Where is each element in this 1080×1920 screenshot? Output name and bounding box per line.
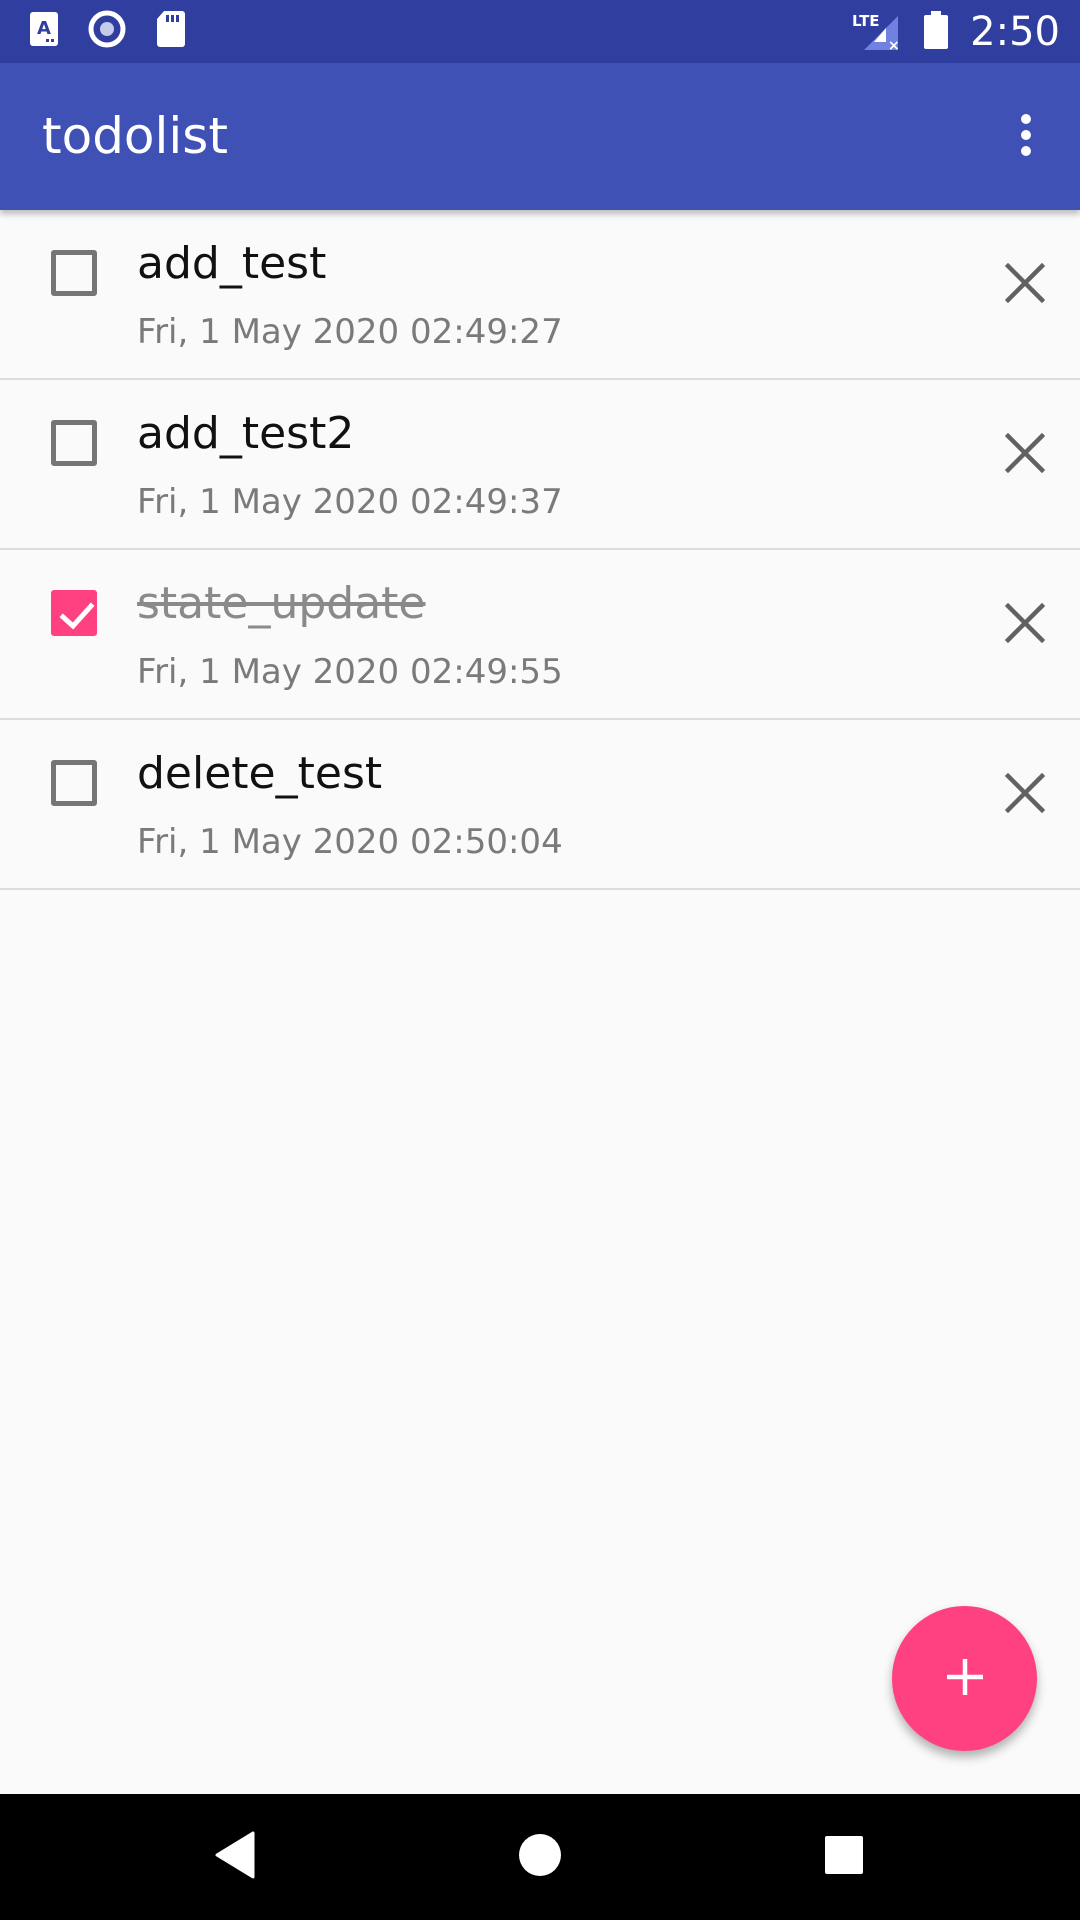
todo-row: state_update Fri, 1 May 2020 02:49:55 <box>0 550 1080 720</box>
close-icon <box>1004 602 1046 647</box>
todo-title: state_update <box>137 578 426 629</box>
todo-checkbox[interactable] <box>51 420 97 466</box>
delete-button[interactable] <box>990 760 1060 830</box>
check-icon <box>59 602 95 630</box>
home-icon <box>518 1833 562 1881</box>
todo-timestamp: Fri, 1 May 2020 02:49:27 <box>137 312 563 352</box>
home-button[interactable] <box>510 1827 570 1887</box>
todo-timestamp: Fri, 1 May 2020 02:50:04 <box>137 822 563 862</box>
todo-title: delete_test <box>137 748 383 799</box>
close-icon <box>1004 262 1046 307</box>
todo-timestamp: Fri, 1 May 2020 02:49:55 <box>137 652 563 692</box>
sd-card-icon <box>156 11 186 51</box>
close-icon <box>1004 772 1046 817</box>
recents-button[interactable] <box>814 1827 874 1887</box>
battery-icon <box>924 10 949 53</box>
delete-button[interactable] <box>990 420 1060 490</box>
delete-button[interactable] <box>990 250 1060 320</box>
svg-text:×: × <box>888 38 900 50</box>
svg-text:LTE: LTE <box>852 12 880 30</box>
system-nav-bar <box>0 1794 1080 1920</box>
todo-checkbox[interactable] <box>51 250 97 296</box>
todo-checkbox[interactable] <box>51 760 97 806</box>
overflow-menu-button[interactable] <box>986 97 1066 177</box>
todo-title: add_test2 <box>137 408 355 459</box>
todo-timestamp: Fri, 1 May 2020 02:49:37 <box>137 482 563 522</box>
svg-text:A: A <box>37 18 51 39</box>
back-button[interactable] <box>205 1827 265 1887</box>
todo-row: delete_test Fri, 1 May 2020 02:50:04 <box>0 720 1080 890</box>
overflow-menu-icon <box>1019 113 1033 161</box>
status-time: 2:50 <box>970 8 1060 55</box>
sync-circle-icon <box>88 10 126 52</box>
todo-row: add_test2 Fri, 1 May 2020 02:49:37 <box>0 380 1080 550</box>
todo-title: add_test <box>137 238 327 289</box>
status-bar: A LTE × 2:50 <box>0 0 1080 63</box>
todo-list: add_test Fri, 1 May 2020 02:49:27 add_te… <box>0 210 1080 890</box>
plus-icon <box>945 1657 985 1701</box>
page-title: todolist <box>42 107 228 165</box>
delete-button[interactable] <box>990 590 1060 660</box>
back-icon <box>213 1831 257 1883</box>
todo-checkbox-checked[interactable] <box>51 590 97 636</box>
todo-row: add_test Fri, 1 May 2020 02:49:27 <box>0 210 1080 380</box>
text-a-icon: A <box>30 12 58 50</box>
add-todo-button[interactable] <box>892 1606 1037 1751</box>
recents-icon <box>824 1835 864 1879</box>
close-icon <box>1004 432 1046 477</box>
signal-icon: LTE × <box>852 10 902 54</box>
app-bar: todolist <box>0 63 1080 210</box>
